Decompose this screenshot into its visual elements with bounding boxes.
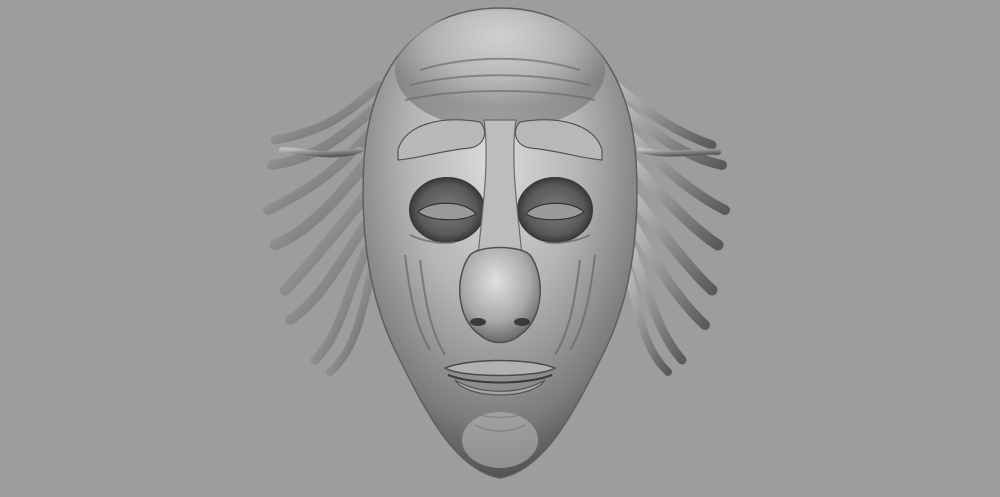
sculpt-viewport — [0, 0, 1000, 497]
chin — [462, 412, 538, 468]
upper-lip — [443, 359, 557, 377]
cranium-highlight — [395, 10, 605, 130]
left-nostril — [470, 318, 486, 326]
nose-tip — [459, 246, 541, 344]
sculpted-head-render — [263, 7, 730, 479]
left-hair — [263, 80, 385, 376]
right-nostril — [514, 318, 530, 326]
